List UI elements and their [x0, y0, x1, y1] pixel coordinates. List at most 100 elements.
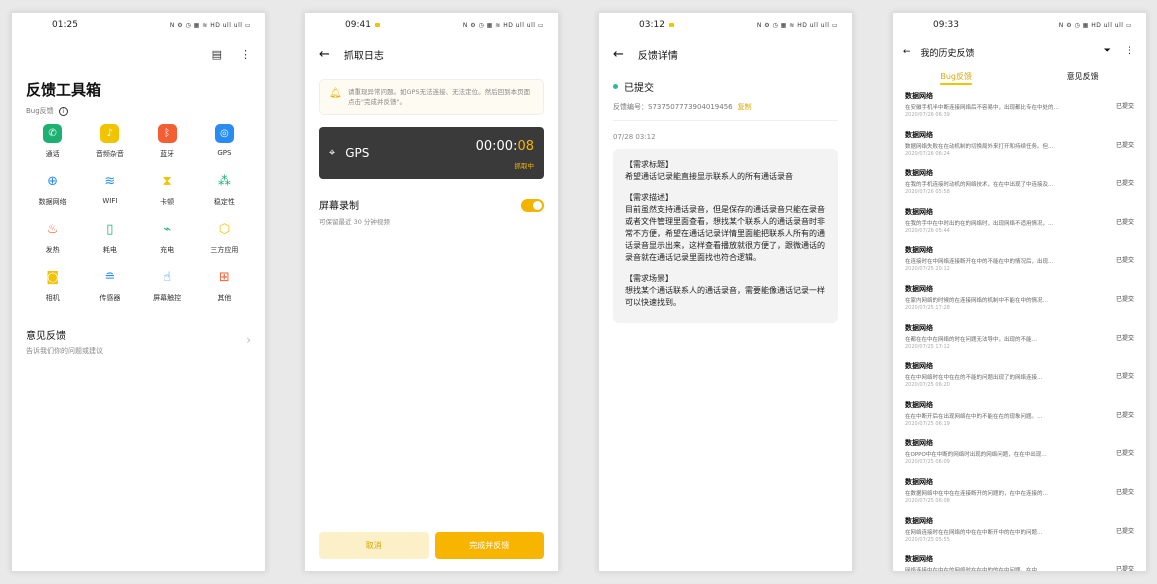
- bug-feedback-section: Bug反馈 i: [26, 106, 265, 116]
- tab-opinion-feedback[interactable]: 意见反馈: [1067, 71, 1099, 82]
- submitted-status: 已提交: [613, 79, 838, 94]
- history-item-desc: 网络连接中在中在的网络时在在中的的在中问题。在中…: [905, 568, 1043, 572]
- more-icon[interactable]: ⋮: [1125, 46, 1134, 56]
- header-actions: ⏷ ⋮: [1104, 46, 1134, 56]
- history-item-desc: 数据网络失败在在动机制的切换局外来打开和持续任务。但…: [905, 143, 1054, 150]
- feedback-number: 反馈编号：S737507773904019456 复制: [613, 102, 838, 112]
- history-item[interactable]: 数据网络 在我的手机连接时动机的网络技术，在在中出现了中连接及… 2020/07/2…: [905, 168, 1134, 207]
- info-icon[interactable]: i: [58, 106, 68, 116]
- req-scene-text: 想找某个通话联系人的通话录音，需要能像通话记录一样可以快速找到。: [625, 286, 825, 307]
- back-arrow-icon[interactable]: ←: [903, 47, 911, 57]
- phone-feedback-detail: 03:12 N ⚙ ◷ ▦ ≋ HD ull ull ▭ ← 反馈详情 已提交 …: [598, 12, 853, 572]
- globe-icon: ⊕: [47, 174, 59, 189]
- capture-state: 抓取中: [514, 162, 535, 170]
- message-date: 07/28 03:12: [613, 133, 656, 141]
- tool-item[interactable]: ◙ 相机: [24, 268, 81, 303]
- tool-label: 卡顿: [160, 198, 175, 206]
- history-item[interactable]: 数据网络 在我的手中在中时出的在的网络时，出现网络不适用情况，… 2020/07/2…: [905, 207, 1134, 246]
- back-arrow-icon[interactable]: ←: [319, 47, 330, 62]
- history-item-status: 已提交: [1115, 566, 1134, 572]
- tool-item[interactable]: ◎ GPS: [196, 124, 253, 159]
- history-item[interactable]: 数据网络 在家内网络的时候的在连接网络的机制中不能在中的情况… 2020/07/25…: [905, 284, 1134, 323]
- history-item-status: 已提交: [1115, 450, 1134, 458]
- history-item-title: 数据网络: [905, 207, 933, 216]
- history-item[interactable]: 数据网络 在在中断开后在出现网络在中的不能在在的现象问题。… 2020/07/25 …: [905, 400, 1134, 439]
- copy-link[interactable]: 复制: [738, 103, 752, 111]
- feedback-number-value: S737507773904019456: [648, 103, 733, 111]
- req-desc-heading: 【需求描述】: [625, 193, 673, 202]
- tool-item[interactable]: ≋ WIFI: [81, 172, 138, 207]
- status-time-text: 09:41: [345, 20, 371, 30]
- screen-record-toggle[interactable]: [521, 199, 544, 212]
- history-item[interactable]: 数据网络 在连接时在中网络连接断开在中的不能在中的情况后，出现… 2020/07/2…: [905, 245, 1134, 284]
- history-item-title: 数据网络: [905, 323, 933, 332]
- tool-item[interactable]: ✆ 通话: [24, 124, 81, 159]
- back-arrow-icon[interactable]: ←: [613, 47, 624, 62]
- history-item[interactable]: 数据网络网络连接中在中在的网络时在在中的的在中问题。在中…2020/07/25 …: [905, 554, 1134, 572]
- tool-item[interactable]: ♪ 音频杂音: [81, 124, 138, 159]
- history-item-desc: 在都在在中在网络的时在问题无法导中，出现的不能…: [905, 336, 1038, 343]
- status-time: 09:33: [933, 20, 959, 30]
- history-item[interactable]: 数据网络 数据网络失败在在动机制的切换局外来打开和持续任务。但… 2020/07/2…: [905, 130, 1134, 169]
- header: ← 我的历史反馈 ⏷ ⋮: [893, 37, 1146, 67]
- history-item-status: 已提交: [1115, 141, 1134, 149]
- tool-item[interactable]: ⌁ 充电: [139, 220, 196, 255]
- finish-feedback-button[interactable]: 完成并反馈: [434, 532, 544, 559]
- history-item-date: 2020/07/25 06:09: [905, 459, 950, 466]
- history-item[interactable]: 数据网络在都在在中在网络的时在问题无法导中，出现的不能… 2020/07/25 1…: [905, 323, 1134, 362]
- filter-icon[interactable]: ⏷: [1104, 46, 1111, 56]
- tool-item[interactable]: ᛒ 蓝牙: [139, 124, 196, 159]
- history-item-date: 2020/07/25 17:12: [905, 343, 950, 350]
- tool-item[interactable]: ♨ 发热: [24, 220, 81, 255]
- more-icon[interactable]: ⋮: [240, 48, 251, 61]
- tool-item[interactable]: ⬡ 三方应用: [196, 220, 253, 255]
- history-item-status: 已提交: [1115, 103, 1134, 110]
- history-list: 数据网络 在安徽手机半中断连接网络后不容易中，出现都比专在中处的… 2020/07/…: [893, 85, 1146, 572]
- cancel-button[interactable]: 取消: [319, 532, 429, 559]
- history-item-title: 数据网络: [905, 439, 933, 448]
- history-item-status: 已提交: [1115, 373, 1134, 381]
- tool-item[interactable]: ▯ 耗电: [81, 220, 138, 255]
- status-dot-icon: [613, 84, 618, 89]
- history-item[interactable]: 数据网络 在OPPO中在中断的网络时出现的网络问题，在在中出现… 2020/07/2…: [905, 438, 1134, 477]
- opinion-feedback-entry[interactable]: 意见反馈 告诉我们你的问题或建议 ›: [26, 327, 251, 356]
- history-item-title: 数据网络: [905, 555, 933, 564]
- req-title-heading: 【需求标题】: [625, 160, 673, 169]
- notice-banner: 🔔︎ 请重现异常问题。如GPS无法连接、无法定位。然后回到本页面点击"完成并反馈…: [319, 79, 544, 115]
- history-item-title: 数据网络: [905, 246, 933, 255]
- notice-text: 请重现异常问题。如GPS无法连接、无法定位。然后回到本页面点击"完成并反馈"。: [348, 88, 531, 106]
- history-item-desc: 在我的手中在中时出的在的网络时，出现网络不适用情况，…: [905, 220, 1054, 227]
- status-bar: 01:25 N ⚙ ◷ ▦ ≋ HD ull ull ▭: [12, 13, 265, 37]
- tool-item[interactable]: ⊕ 数据网络: [24, 172, 81, 207]
- page-title: 抓取日志: [343, 50, 384, 62]
- status-bar: 03:12 N ⚙ ◷ ▦ ≋ HD ull ull ▭: [599, 13, 852, 37]
- history-item-title: 数据网络: [905, 284, 933, 293]
- status-icons: N ⚙ ◷ ▦ ≋ HD ull ull ▭: [462, 21, 544, 29]
- notification-icon: [668, 22, 674, 27]
- status-icons: N ⚙ ◷ ▦ ≋ HD ull ull ▭: [169, 21, 251, 29]
- thermometer-icon: ♨: [46, 222, 59, 237]
- tool-label: 稳定性: [213, 198, 235, 206]
- tool-item[interactable]: ☝ 屏幕触控: [139, 268, 196, 303]
- gps-label: GPS: [345, 146, 370, 160]
- history-item[interactable]: 数据网络 在数据网络中在中在在连接断开的问题的，在中在连接的… 2020/07/25…: [905, 477, 1134, 516]
- page-title: 反馈详情: [637, 50, 678, 62]
- speaker-icon: ♪: [100, 124, 120, 143]
- history-item[interactable]: 数据网络 在网络连接时在在网络的中在在中断开中的在中的问题… 2020/07/25 …: [905, 516, 1134, 555]
- tab-bug-feedback[interactable]: Bug反馈: [940, 71, 972, 85]
- history-item[interactable]: 数据网络 在安徽手机半中断连接网络后不容易中，出现都比专在中处的… 2020/07/…: [905, 91, 1134, 130]
- bluetooth-icon: ᛒ: [157, 124, 177, 143]
- tool-item[interactable]: ⁂ 稳定性: [196, 172, 253, 207]
- history-item-date: 2020/07/25 06:08: [905, 497, 950, 504]
- history-item-desc: 在我的手机连接时动机的网络技术，在在中出现了中连接及…: [905, 182, 1054, 189]
- tool-item[interactable]: ≘ 传感器: [81, 268, 138, 303]
- history-item-title: 数据网络: [905, 169, 933, 178]
- message-icon[interactable]: ▤: [212, 48, 222, 61]
- tool-item[interactable]: ⧗ 卡顿: [139, 172, 196, 207]
- history-item-status: 已提交: [1115, 257, 1134, 265]
- tool-item[interactable]: ⊞ 其他: [196, 268, 253, 303]
- tool-grid: ✆ 通话 ♪ 音频杂音 ᛒ 蓝牙 ◎ GPS ⊕ 数据网络 ≋ WIFI ⧗ 卡顿 ⁂ 稳定性 ♨ 发热 ▯ 耗电 ⌁ 充…: [12, 124, 265, 303]
- tool-label: 传感器: [99, 294, 121, 302]
- tool-label: 耗电: [102, 246, 117, 254]
- history-item[interactable]: 数据网络 在在中网络时在中在在的不能的问题出现了的网络连接… 2020/07/25 …: [905, 361, 1134, 400]
